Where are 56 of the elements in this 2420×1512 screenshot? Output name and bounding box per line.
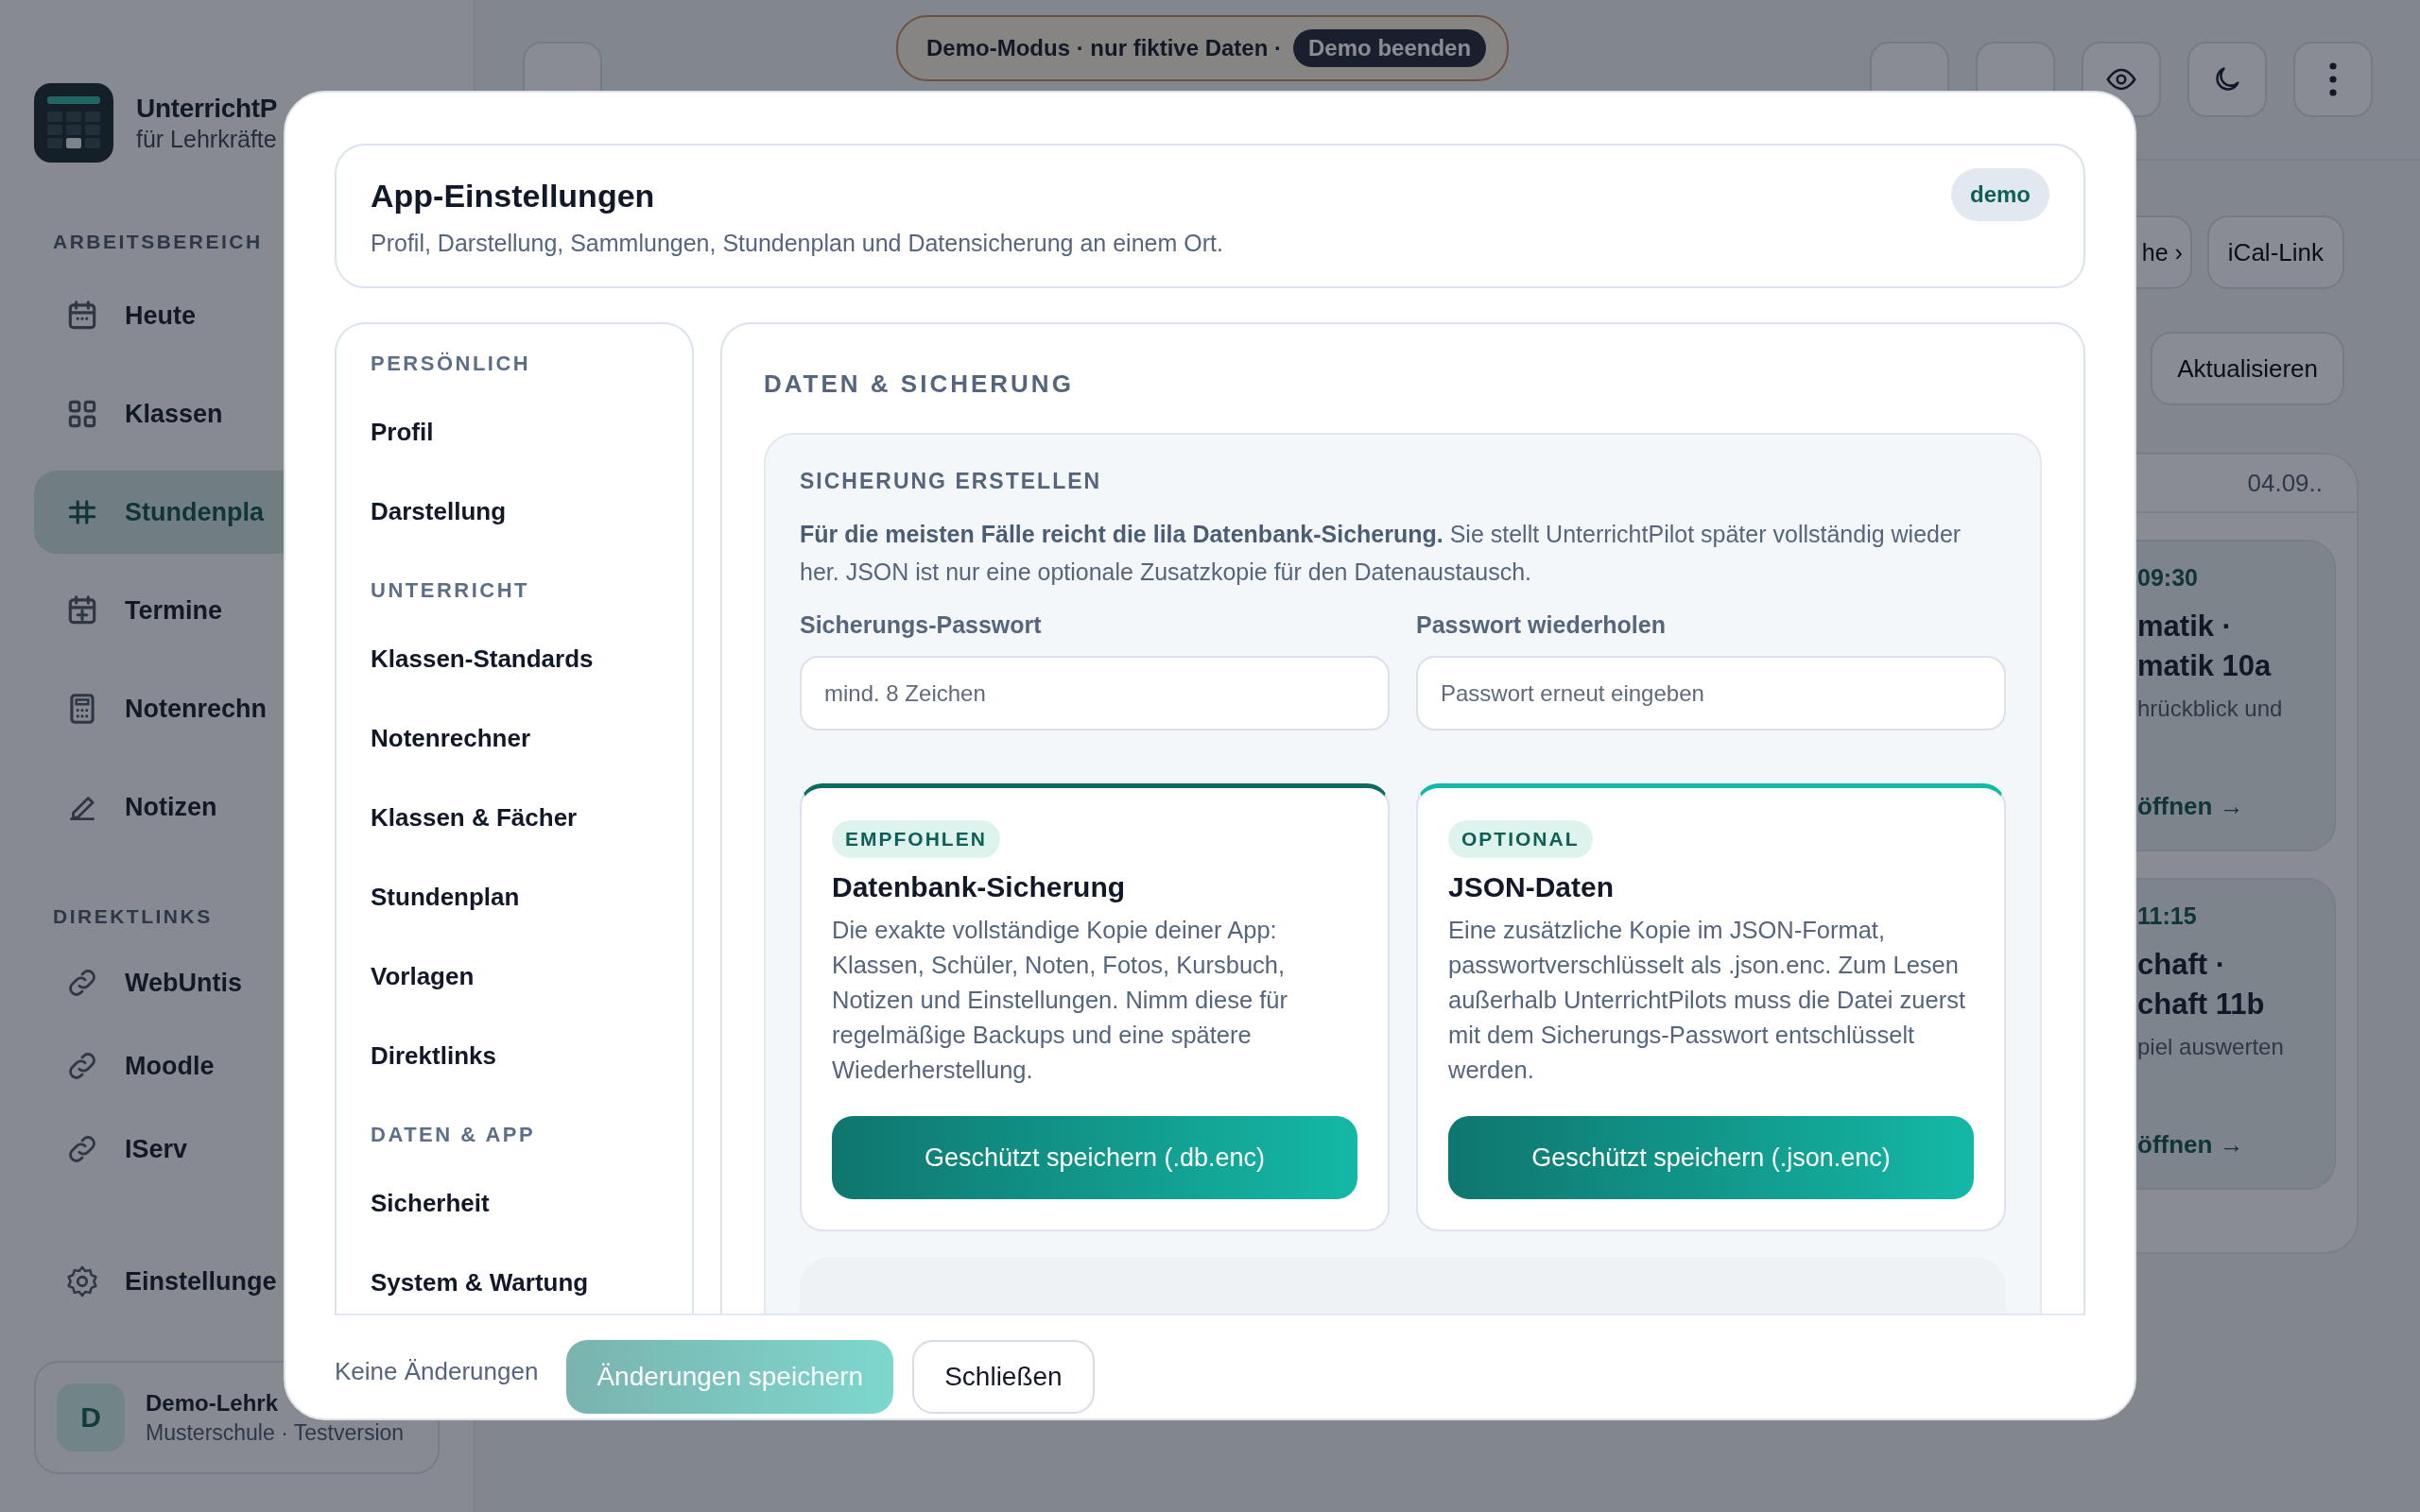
save-backup-button[interactable]: Geschützt speichern (.json.enc)	[1448, 1116, 1974, 1199]
logo-icon	[34, 83, 113, 163]
section-title: DATEN & SICHERUNG	[764, 369, 1075, 399]
nav-item[interactable]: Vorlagen	[371, 936, 658, 1016]
dialog-subtitle: Profil, Darstellung, Sammlungen, Stundenplan und Datensicherung an einem Ort.	[371, 230, 1223, 257]
option-description: Die exakte vollständige Kopie deiner App: Klassen, Schüler, Noten, Fotos, Kursbuch, Notizen und Einstellungen. Nimm diese für regelmäßige Backups und eine spätere Wiederherstellung.	[832, 916, 1288, 1085]
open-link[interactable]: öffnen →	[2137, 1130, 2334, 1160]
app-tagline: für Lehrkräfte	[136, 125, 278, 153]
nav-item[interactable]: Klassen-Standards	[371, 619, 658, 698]
option-description: Eine zusätzliche Kopie im JSON-Format, passwortverschlüsselt als .json.enc. Zum Lesen außerhalb UnterrichtPilots muss die Datei zuerst mit dem Sicherungs-Passwort entschlüsselt werden.	[1448, 916, 1967, 1085]
nav-item[interactable]: Notenrechner	[371, 698, 658, 778]
lesson-note: hrückblick und	[2137, 695, 2284, 722]
demo-badge: demo	[1951, 168, 2049, 221]
option-tag: EMPFOHLEN	[832, 820, 1000, 858]
refresh-button[interactable]: Aktualisieren	[2151, 332, 2344, 405]
sidebar-section-label: DIREKTLINKS	[52, 905, 214, 928]
lesson-title: chaft ·	[2137, 947, 2226, 983]
save-backup-button[interactable]: Geschützt speichern (.db.enc)	[832, 1116, 1357, 1199]
user-name: Demo-Lehrk	[146, 1389, 280, 1417]
close-button[interactable]: Schließen	[912, 1340, 1095, 1414]
nav-section-label: DATEN & APP	[371, 1122, 537, 1148]
lesson-note: piel auswerten	[2137, 1033, 2285, 1060]
intro-text: Für die meisten Fälle reicht die lila Datenbank-Sicherung. Sie stellt UnterrichtPilot später vollständig wieder her. JSON ist nur eine optionale Zusatzkopie für den Datenaustausch.	[800, 520, 1962, 587]
schedule-button[interactable]: iCal-Link	[2206, 215, 2344, 289]
lesson-title: matik 10a	[2137, 647, 2273, 684]
nav-section-label: PERSÖNLICH	[371, 351, 532, 377]
nav-item[interactable]: Direktlinks	[371, 1016, 658, 1095]
dialog-title: App-Einstellungen	[371, 178, 656, 215]
nav-item[interactable]: System & Wartung	[371, 1243, 658, 1314]
field-label: Passwort wiederholen	[1416, 611, 1667, 639]
option-title: JSON-Daten	[1448, 871, 1616, 903]
lesson-title: chaft 11b	[2137, 986, 2266, 1022]
option-tag: OPTIONAL	[1448, 820, 1593, 858]
user-avatar: D	[57, 1383, 125, 1452]
more-icon	[2329, 62, 2337, 96]
open-link[interactable]: öffnen →	[2137, 792, 2334, 821]
settings-icon	[64, 1263, 100, 1299]
app-name: UnterrichtP	[136, 93, 278, 124]
nav-section-label: UNTERRICHT	[371, 577, 530, 604]
nav-item[interactable]: Klassen & Fächer	[371, 778, 658, 857]
card-title: SICHERUNG ERSTELLEN	[800, 469, 1103, 494]
password-field[interactable]: Passwort erneut eingeben	[1416, 656, 2006, 730]
nav-item[interactable]: Sicherheit	[371, 1163, 658, 1243]
schedule-date: 04.09..	[2247, 468, 2323, 498]
user-detail: Musterschule · Testversion	[146, 1419, 405, 1446]
lesson-time: 11:15	[2137, 902, 2198, 930]
sidebar-section-label: ARBEITSBEREICH	[52, 231, 264, 253]
password-field[interactable]: mind. 8 Zeichen	[800, 656, 1390, 730]
lesson-title: matik ·	[2137, 609, 2233, 644]
demo-banner-text: Demo-Modus · nur fiktive Daten ·	[926, 35, 1283, 61]
option-title: Datenbank-Sicherung	[832, 871, 1127, 903]
end-demo-button[interactable]: Demo beenden	[1293, 29, 1487, 67]
nav-item[interactable]: Stundenplan	[371, 857, 658, 936]
field-label: Sicherungs-Passwort	[800, 611, 1043, 639]
nav-item[interactable]: Profil	[371, 392, 658, 472]
lesson-time: 09:30	[2137, 564, 2199, 592]
